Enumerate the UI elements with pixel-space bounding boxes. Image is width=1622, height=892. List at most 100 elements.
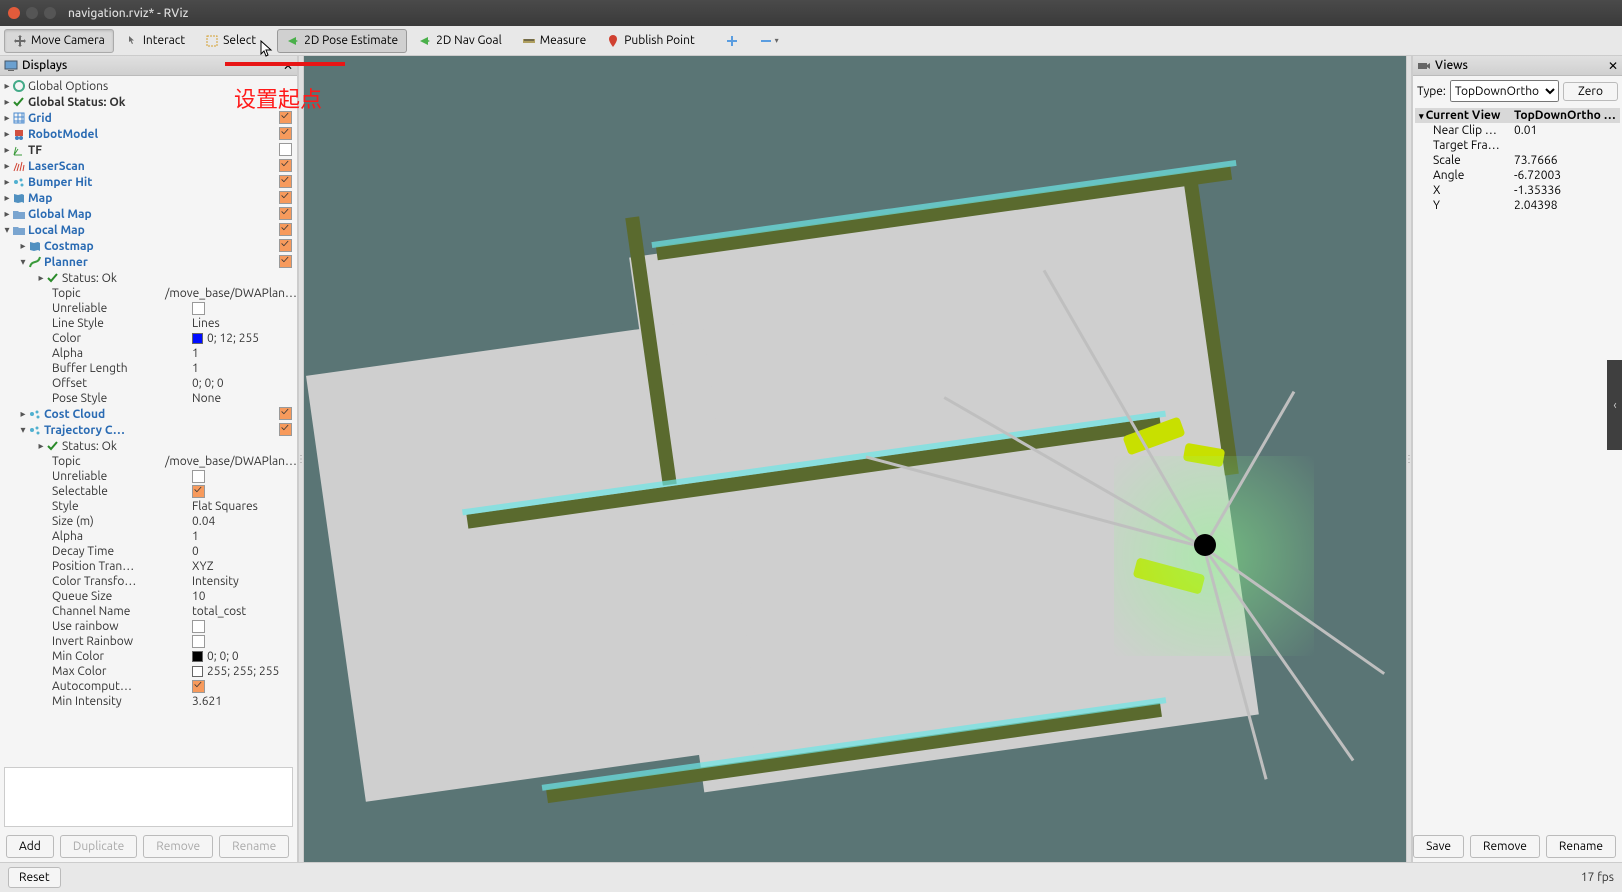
tree-expand-arrow[interactable]: ▾ <box>18 424 28 436</box>
render-viewport[interactable] <box>304 56 1406 862</box>
display-planner-checkbox[interactable] <box>279 255 293 269</box>
property-row[interactable]: Decay Time0 <box>0 544 297 559</box>
right-expand-tab[interactable]: ‹ <box>1607 360 1622 450</box>
add-tool-button[interactable] <box>716 29 748 53</box>
zero-view-button[interactable]: Zero <box>1563 82 1618 101</box>
tree-expand-arrow[interactable]: ▸ <box>18 240 28 252</box>
tree-expand-arrow[interactable]: ▸ <box>2 192 12 204</box>
property-value[interactable]: total_cost <box>192 605 246 618</box>
display-costmap[interactable]: Costmap <box>44 240 94 253</box>
display-planner[interactable]: Planner <box>44 256 88 269</box>
display-local-map[interactable]: Local Map <box>28 224 85 237</box>
property-value[interactable]: 0.04 <box>192 515 215 528</box>
display-tf-checkbox[interactable] <box>279 143 293 157</box>
tree-expand-arrow[interactable]: ▸ <box>36 272 46 284</box>
tree-expand-arrow[interactable]: ▸ <box>2 160 12 172</box>
property-value[interactable]: 255; 255; 255 <box>192 665 279 678</box>
property-value[interactable]: 10 <box>192 590 206 603</box>
display-trajectory-cloud[interactable]: Trajectory C… <box>44 424 125 437</box>
tree-expand-arrow[interactable]: ▸ <box>2 128 12 140</box>
property-value[interactable] <box>192 302 205 315</box>
property-value[interactable]: Flat Squares <box>192 500 258 513</box>
property-value[interactable]: /move_base/DWAPlan… <box>165 455 297 468</box>
property-row[interactable]: Color 0; 12; 255 <box>0 331 297 346</box>
property-row[interactable]: Queue Size10 <box>0 589 297 604</box>
view-property-row[interactable]: Angle-6.72003 <box>1415 168 1620 183</box>
move-camera-button[interactable]: Move Camera <box>4 29 114 53</box>
property-row[interactable]: Min Intensity3.621 <box>0 694 297 709</box>
interact-button[interactable]: Interact <box>116 29 194 53</box>
remove-display-button[interactable]: Remove <box>143 835 213 858</box>
property-row[interactable]: Unreliable <box>0 469 297 484</box>
display-cost-cloud-checkbox[interactable] <box>279 407 293 421</box>
reset-button[interactable]: Reset <box>8 867 61 888</box>
displays-panel-header[interactable]: Displays ✕ <box>0 56 297 76</box>
tree-expand-arrow[interactable]: ▸ <box>2 144 12 156</box>
window-maximize-button[interactable] <box>44 7 56 19</box>
display-global-map[interactable]: Global Map <box>28 208 92 221</box>
display-planner-status[interactable]: Status: Ok <box>62 272 117 285</box>
view-prop-value[interactable]: -1.35336 <box>1510 183 1620 198</box>
display-costmap-checkbox[interactable] <box>279 239 293 253</box>
property-value[interactable]: 0; 0; 0 <box>192 377 224 390</box>
property-value[interactable] <box>192 680 205 693</box>
display-cost-cloud[interactable]: Cost Cloud <box>44 408 105 421</box>
property-row[interactable]: Topic/move_base/DWAPlan… <box>0 454 297 469</box>
publish-point-button[interactable]: Publish Point <box>597 29 703 53</box>
property-row[interactable]: Channel Nametotal_cost <box>0 604 297 619</box>
property-row[interactable]: Size (m)0.04 <box>0 514 297 529</box>
display-tf[interactable]: TF <box>28 144 42 157</box>
tree-expand-arrow[interactable]: ▸ <box>2 112 12 124</box>
property-row[interactable]: Invert Rainbow <box>0 634 297 649</box>
property-row[interactable]: Line StyleLines <box>0 316 297 331</box>
view-property-row[interactable]: Target Fra… <box>1415 138 1620 153</box>
view-prop-value[interactable]: 0.01 <box>1510 123 1620 138</box>
display-local-map-checkbox[interactable] <box>279 223 293 237</box>
property-value[interactable] <box>192 470 205 483</box>
property-value[interactable] <box>192 485 205 498</box>
property-row[interactable]: Selectable <box>0 484 297 499</box>
view-prop-value[interactable] <box>1510 138 1620 153</box>
view-property-row[interactable]: Y2.04398 <box>1415 198 1620 213</box>
tree-expand-arrow[interactable]: ▸ <box>18 408 28 420</box>
remove-view-button[interactable]: Remove <box>1470 835 1540 858</box>
add-display-button[interactable]: Add <box>6 835 54 858</box>
rename-view-button[interactable]: Rename <box>1546 835 1616 858</box>
nav-goal-button[interactable]: 2D Nav Goal <box>409 29 511 53</box>
property-row[interactable]: Use rainbow <box>0 619 297 634</box>
property-row[interactable]: Min Color 0; 0; 0 <box>0 649 297 664</box>
property-value[interactable]: 0 <box>192 545 199 558</box>
displays-tree[interactable]: ▸Global Options ▸Global Status: Ok ▸Grid… <box>0 76 297 763</box>
tree-expand-arrow[interactable]: ▸ <box>2 208 12 220</box>
property-value[interactable]: 0; 0; 0 <box>192 650 239 663</box>
rename-display-button[interactable]: Rename <box>219 835 289 858</box>
view-property-row[interactable]: Near Clip …0.01 <box>1415 123 1620 138</box>
remove-tool-button[interactable]: ▾ <box>750 29 788 53</box>
property-value[interactable]: Intensity <box>192 575 239 588</box>
tree-expand-arrow[interactable]: ▸ <box>2 96 12 108</box>
display-traj-status[interactable]: Status: Ok <box>62 440 117 453</box>
property-row[interactable]: Pose StyleNone <box>0 391 297 406</box>
display-bumper-hit-checkbox[interactable] <box>279 175 293 189</box>
display-grid[interactable]: Grid <box>28 112 52 125</box>
view-prop-value[interactable]: 2.04398 <box>1510 198 1620 213</box>
property-value[interactable]: XYZ <box>192 560 214 573</box>
property-value[interactable]: 1 <box>192 362 199 375</box>
property-value[interactable]: /move_base/DWAPlan… <box>165 287 297 300</box>
property-value[interactable]: 1 <box>192 530 199 543</box>
window-close-button[interactable] <box>8 7 20 19</box>
property-row[interactable]: Offset0; 0; 0 <box>0 376 297 391</box>
save-view-button[interactable]: Save <box>1413 835 1464 858</box>
view-property-row[interactable]: X-1.35336 <box>1415 183 1620 198</box>
duplicate-display-button[interactable]: Duplicate <box>60 835 137 858</box>
display-bumper-hit[interactable]: Bumper Hit <box>28 176 92 189</box>
property-row[interactable]: Buffer Length1 <box>0 361 297 376</box>
tree-expand-arrow[interactable]: ▸ <box>2 80 12 92</box>
display-map-checkbox[interactable] <box>279 191 293 205</box>
property-value[interactable] <box>192 620 205 633</box>
property-value[interactable]: 0; 12; 255 <box>192 332 259 345</box>
property-row[interactable]: Autocomput… <box>0 679 297 694</box>
property-value[interactable]: 1 <box>192 347 199 360</box>
view-type-select[interactable]: TopDownOrtho <box>1450 80 1559 102</box>
display-laser-scan[interactable]: LaserScan <box>28 160 85 173</box>
